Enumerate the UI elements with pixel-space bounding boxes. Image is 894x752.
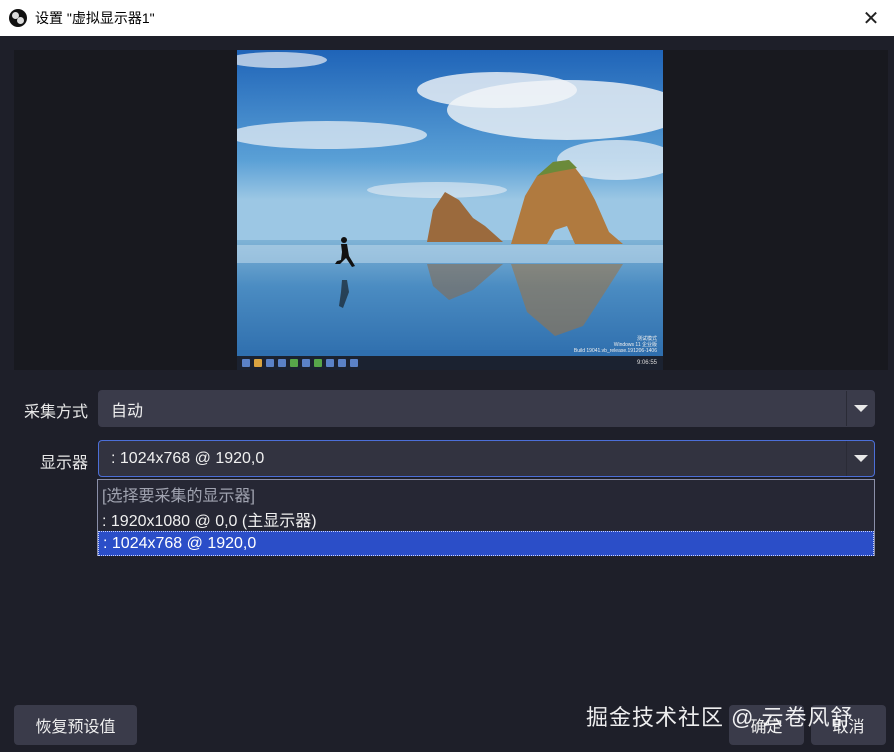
window-title: 设置 "虚拟显示器1": [35, 10, 155, 26]
display-label: 显示器: [40, 455, 89, 472]
app-icon: [338, 359, 346, 367]
app-icon: [326, 359, 334, 367]
capture-method-label: 采集方式: [24, 404, 89, 421]
capture-method-value: 自动: [111, 402, 144, 420]
app-icon: [350, 359, 358, 367]
chrome-icon: [290, 359, 298, 367]
display-dropdown-arrow[interactable]: [846, 441, 874, 476]
title-bar: 设置 "虚拟显示器1" ✕: [0, 0, 894, 36]
app-icon: [314, 359, 322, 367]
preview-taskbar: 9:06:55: [237, 356, 663, 370]
taskbar-clock: 9:06:55: [636, 360, 657, 366]
dropdown-option[interactable]: : 1920x1080 @ 0,0 (主显示器): [98, 506, 874, 531]
app-icon: [302, 359, 310, 367]
dropdown-option[interactable]: [选择要采集的显示器]: [98, 481, 874, 506]
display-dropdown-list: [选择要采集的显示器] : 1920x1080 @ 0,0 (主显示器) : 1…: [97, 479, 875, 556]
restore-defaults-button[interactable]: 恢复预设值: [14, 705, 137, 745]
explorer-icon: [254, 359, 262, 367]
chevron-down-icon: [853, 405, 868, 412]
desktop-watermark-line: Build 19041.vb_release.191206-1406: [573, 348, 657, 354]
capture-method-select[interactable]: 自动: [98, 390, 875, 427]
display-select[interactable]: : 1024x768 @ 1920,0: [98, 440, 875, 477]
obs-app-icon: [9, 9, 27, 27]
desktop-wallpaper-image: [237, 50, 663, 356]
edge-icon: [266, 359, 274, 367]
close-button[interactable]: ✕: [848, 0, 894, 36]
chevron-down-icon: [853, 455, 868, 462]
app-icon: [278, 359, 286, 367]
capture-method-dropdown-arrow[interactable]: [846, 391, 874, 426]
desktop-watermark: 测试模式 Windows 11 企业版 Build 19041.vb_relea…: [574, 336, 657, 354]
display-preview: 测试模式 Windows 11 企业版 Build 19041.vb_relea…: [237, 50, 663, 370]
site-watermark: 掘金技术社区 @ 云卷风舒: [586, 705, 854, 730]
close-icon: ✕: [862, 7, 880, 30]
dropdown-option-selected[interactable]: : 1024x768 @ 1920,0: [98, 531, 874, 556]
start-icon: [242, 359, 250, 367]
display-value: : 1024x768 @ 1920,0: [111, 449, 265, 467]
preview-area: 测试模式 Windows 11 企业版 Build 19041.vb_relea…: [14, 50, 888, 370]
